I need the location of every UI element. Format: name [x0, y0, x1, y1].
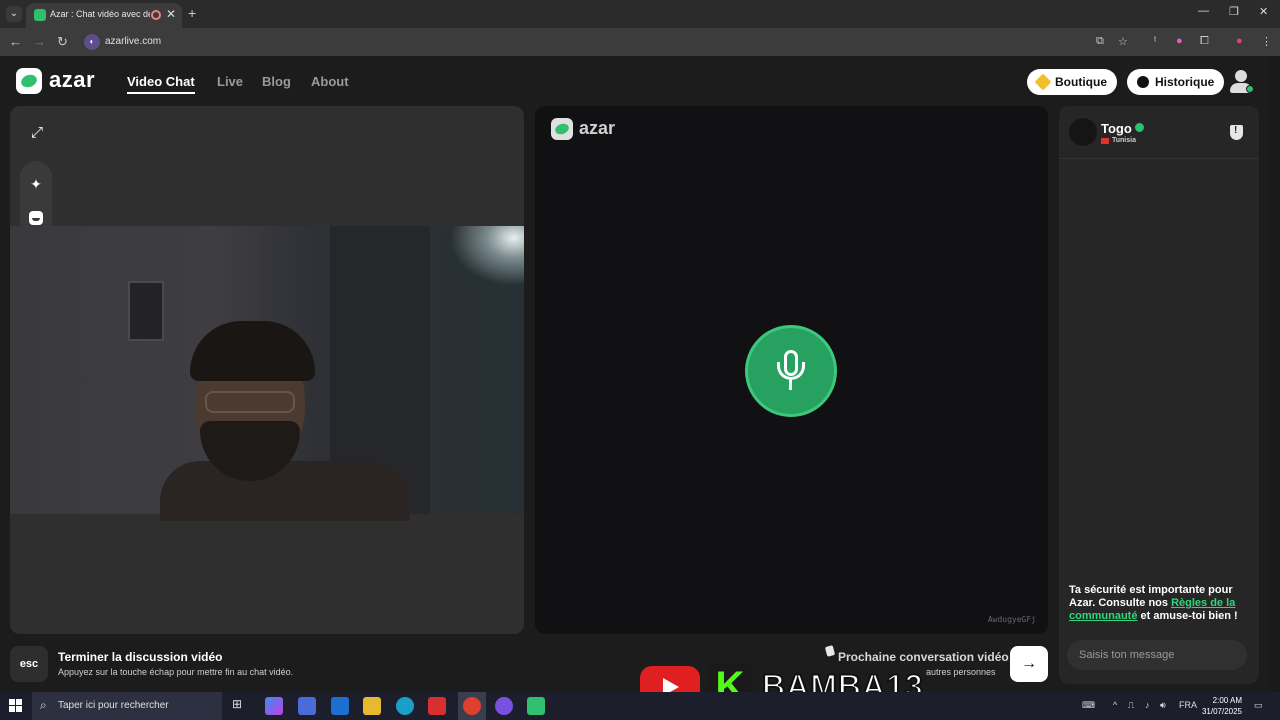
clock-time: 2:00 AM	[1212, 696, 1242, 705]
new-tab-button[interactable]: +	[188, 5, 196, 21]
mouse-cursor-icon	[824, 645, 836, 657]
end-chat-title: Terminer la discussion vidéo	[58, 650, 223, 664]
peer-name: Togo	[1101, 121, 1132, 136]
forward-icon[interactable]: →	[33, 34, 46, 49]
edge-icon[interactable]	[396, 697, 414, 715]
volume-icon[interactable]: 🔊︎	[1160, 700, 1166, 711]
clock-date: 31/07/2025	[1201, 707, 1242, 716]
azar-page: azar Video Chat Live Blog About Boutique…	[0, 56, 1280, 692]
nav-video-chat[interactable]: Video Chat	[127, 74, 195, 94]
next-chat-hint: autres personnes	[926, 667, 996, 677]
browser-toolbar: ← → ↻ ◐ azarlive.com ⧉ ☆ ᵗ ● ⧠ ● ⋮	[0, 28, 1280, 56]
nav-blog[interactable]: Blog	[262, 74, 291, 89]
recording-icon	[151, 10, 161, 20]
azar-watermark-icon	[551, 118, 573, 140]
tab-title: Azar : Chat vidéo avec de n	[50, 9, 150, 19]
store-icon[interactable]	[298, 697, 316, 715]
nav-about[interactable]: About	[311, 74, 349, 89]
app-icon[interactable]	[428, 697, 446, 715]
safety-notice: Ta sécurité est importante pour Azar. Co…	[1069, 584, 1238, 622]
chrome-icon[interactable]	[463, 697, 481, 715]
microphone-icon	[745, 325, 837, 417]
user-profile-icon[interactable]	[1229, 70, 1254, 94]
mic-tray-icon[interactable]: ♪	[1145, 700, 1150, 710]
clock-icon	[1137, 76, 1149, 88]
bookmark-star-icon[interactable]: ☆	[1118, 35, 1128, 48]
next-chat-button[interactable]: →	[1010, 646, 1048, 682]
report-shield-icon[interactable]	[1230, 125, 1243, 140]
browser-menu-icon[interactable]: ⋮	[1261, 35, 1272, 48]
tab-list-button[interactable]: ⌄	[6, 6, 22, 22]
tab-close-button[interactable]: ✕	[166, 7, 176, 21]
chat-divider	[1059, 158, 1259, 159]
page-scrollbar[interactable]	[1270, 56, 1280, 692]
browser-tabbar: ⌄ Azar : Chat vidéo avec de n ✕ + — ❐ ✕	[0, 0, 1280, 28]
profile-avatar-icon[interactable]: ●	[1236, 35, 1243, 47]
azar-favicon-icon	[34, 9, 46, 21]
online-status-icon	[1246, 85, 1254, 93]
back-icon[interactable]: ←	[9, 34, 22, 49]
nav-live[interactable]: Live	[217, 74, 243, 89]
site-info-icon[interactable]: ◐	[84, 34, 100, 50]
logo-text: azar	[49, 67, 96, 92]
keyboard-icon[interactable]: ⌨	[1082, 700, 1095, 711]
boutique-button[interactable]: Boutique	[1027, 69, 1117, 95]
url-text: azarlive.com	[105, 36, 162, 47]
reload-icon[interactable]: ↻	[57, 34, 68, 50]
network-icon[interactable]: ⎍	[1128, 700, 1134, 711]
windows-start-icon[interactable]	[9, 699, 23, 713]
historique-button[interactable]: Historique	[1127, 69, 1225, 95]
file-explorer-icon[interactable]	[363, 697, 381, 715]
chat-panel: Togo Tunisia Ta sécurité est importante …	[1059, 106, 1259, 684]
partner-video-panel: azar AwdugyeGFj	[535, 106, 1048, 634]
end-chat-hint: Appuyez sur la touche échap pour mettre …	[58, 667, 294, 677]
outlook-icon[interactable]	[331, 697, 349, 715]
minimize-button[interactable]: —	[1198, 5, 1209, 17]
obs-icon[interactable]	[495, 697, 513, 715]
extensions-puzzle-icon[interactable]: ⧠	[1200, 35, 1209, 48]
partner-user-id: AwdugyeGFj	[987, 615, 1036, 624]
boutique-label: Boutique	[1055, 75, 1107, 89]
historique-label: Historique	[1155, 75, 1215, 89]
address-bar[interactable]: ◐ azarlive.com	[80, 31, 1145, 53]
tray-chevron-icon[interactable]: ^	[1113, 700, 1117, 710]
message-input[interactable]	[1067, 640, 1247, 670]
copilot-icon[interactable]	[265, 697, 283, 715]
extension-shield-icon[interactable]: ●	[1176, 35, 1183, 47]
windows-taskbar: ⌕ Taper ici pour rechercher ⊞ ⌨ ^ ⎍ ♪ 🔊︎…	[0, 692, 1280, 720]
peer-avatar[interactable]	[1069, 118, 1097, 146]
verified-badge-icon	[1135, 123, 1144, 132]
country-flag-icon	[1101, 138, 1109, 144]
task-view-icon[interactable]: ⊞	[232, 697, 250, 715]
notifications-icon[interactable]: ▭	[1254, 700, 1263, 711]
local-video-panel: ⤢ ✦	[10, 106, 524, 634]
expand-icon[interactable]: ⤢	[26, 122, 48, 144]
local-camera-feed	[10, 226, 524, 521]
watermark-text: azar	[579, 118, 616, 138]
esc-end-button[interactable]: esc	[10, 646, 48, 682]
azar-logo-icon	[16, 68, 42, 94]
window-close-button[interactable]: ✕	[1259, 5, 1268, 18]
search-icon: ⌕	[40, 698, 47, 712]
taskbar-search-placeholder: Taper ici pour rechercher	[58, 700, 169, 711]
taskbar-search[interactable]: ⌕ Taper ici pour rechercher	[32, 692, 222, 720]
sparkle-effects-icon[interactable]: ✦	[25, 173, 47, 195]
maximize-button[interactable]: ❐	[1229, 5, 1239, 18]
azar-logo[interactable]: azar	[16, 67, 102, 96]
browser-tab[interactable]: Azar : Chat vidéo avec de n ✕	[26, 3, 182, 28]
peer-country: Tunisia	[1112, 137, 1136, 144]
extension-icon[interactable]: ᵗ	[1154, 35, 1156, 47]
install-app-icon[interactable]: ⧉	[1096, 35, 1104, 48]
diamond-icon	[1034, 73, 1052, 91]
language-indicator[interactable]: FRA	[1179, 700, 1197, 710]
taskbar-clock[interactable]: 2:00 AM 31/07/2025	[1200, 695, 1242, 717]
app-green-icon[interactable]	[527, 697, 545, 715]
